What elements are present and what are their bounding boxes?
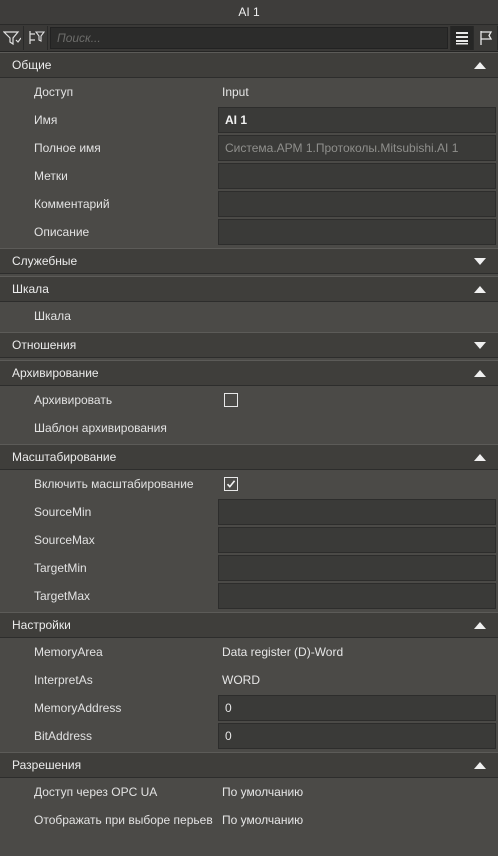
archive-checkbox[interactable]: [224, 393, 238, 407]
property-label: SourceMin: [34, 505, 92, 519]
property-label: BitAddress: [34, 729, 93, 743]
section-title: Масштабирование: [12, 450, 117, 464]
property-label: Доступ через OPC UA: [34, 785, 158, 799]
property-row-opcua: Доступ через OPC UA По умолчанию: [0, 778, 498, 806]
pens-display-value[interactable]: По умолчанию: [218, 807, 496, 833]
property-row-access: Доступ Input: [0, 78, 498, 106]
property-row-scale[interactable]: Шкала: [0, 302, 498, 330]
property-label: Описание: [34, 225, 90, 239]
sourcemin-field[interactable]: [218, 499, 496, 525]
section-permissions-header[interactable]: Разрешения: [0, 752, 498, 778]
chevron-down-icon: [474, 257, 486, 265]
chevron-up-icon: [474, 285, 486, 293]
chevron-up-icon: [474, 761, 486, 769]
property-label: MemoryArea: [34, 645, 103, 659]
section-scale-header[interactable]: Шкала: [0, 276, 498, 302]
section-title: Шкала: [12, 282, 49, 296]
search-input[interactable]: [57, 31, 441, 45]
property-row-description: Описание: [0, 218, 498, 246]
property-row-archive: Архивировать: [0, 386, 498, 414]
property-row-targetmax: TargetMax: [0, 582, 498, 610]
comment-field[interactable]: [218, 191, 496, 217]
property-label: Отображать при выборе перьев: [34, 813, 213, 827]
section-title: Общие: [12, 58, 52, 72]
property-label: Полное имя: [34, 141, 101, 155]
section-relations-header[interactable]: Отношения: [0, 332, 498, 358]
memoryarea-value[interactable]: Data register (D)-Word: [218, 639, 496, 665]
name-field[interactable]: AI 1: [218, 107, 496, 133]
window-title: AI 1: [0, 0, 498, 25]
section-scaling-header[interactable]: Масштабирование: [0, 444, 498, 470]
section-settings-header[interactable]: Настройки: [0, 612, 498, 638]
tree-filter-button[interactable]: [24, 26, 48, 50]
property-row-sourcemin: SourceMin: [0, 498, 498, 526]
section-title: Отношения: [12, 338, 77, 352]
filter-button[interactable]: [0, 26, 24, 50]
targetmax-field[interactable]: [218, 583, 496, 609]
section-archiving-header[interactable]: Архивирование: [0, 360, 498, 386]
flag-button[interactable]: [474, 26, 498, 50]
check-icon: [226, 480, 236, 488]
list-view-button[interactable]: [450, 26, 474, 50]
toolbar: [0, 25, 498, 74]
chevron-up-icon: [474, 61, 486, 69]
property-label: MemoryAddress: [34, 701, 122, 715]
property-row-tags: Метки: [0, 162, 498, 190]
chevron-up-icon: [474, 369, 486, 377]
property-label: Метки: [34, 169, 68, 183]
property-row-interpretas: InterpretAs WORD: [0, 666, 498, 694]
list-icon: [456, 32, 468, 45]
property-row-targetmin: TargetMin: [0, 554, 498, 582]
targetmin-field[interactable]: [218, 555, 496, 581]
property-row-name: Имя AI 1: [0, 106, 498, 134]
property-row-fullname: Полное имя Система.АРМ 1.Протоколы.Mitsu…: [0, 134, 498, 162]
property-value: Input: [222, 85, 249, 99]
property-label: Архивировать: [34, 393, 113, 407]
chevron-up-icon: [474, 453, 486, 461]
tags-field[interactable]: [218, 163, 496, 189]
property-row-memoryarea: MemoryArea Data register (D)-Word: [0, 638, 498, 666]
property-label: Шаблон архивирования: [34, 421, 167, 435]
description-field[interactable]: [218, 219, 496, 245]
section-title: Разрешения: [12, 758, 82, 772]
flag-icon: [479, 31, 492, 45]
property-label: Комментарий: [34, 197, 110, 211]
property-label: InterpretAs: [34, 673, 93, 687]
chevron-up-icon: [474, 621, 486, 629]
memoryaddress-field[interactable]: 0: [218, 695, 496, 721]
interpretas-value[interactable]: WORD: [218, 667, 496, 693]
property-row-enable-scaling: Включить масштабирование: [0, 470, 498, 498]
chevron-down-icon: [474, 341, 486, 349]
section-title: Настройки: [12, 618, 71, 632]
section-service-header[interactable]: Служебные: [0, 248, 498, 274]
section-title: Архивирование: [12, 366, 99, 380]
property-label: TargetMin: [34, 561, 87, 575]
filter-icon: [2, 31, 21, 46]
section-general-header[interactable]: Общие: [0, 52, 498, 78]
property-label: TargetMax: [34, 589, 91, 603]
search-field[interactable]: [50, 27, 448, 49]
property-row-bitaddress: BitAddress 0: [0, 722, 498, 750]
property-label: Шкала: [34, 309, 71, 323]
property-row-comment: Комментарий: [0, 190, 498, 218]
sourcemax-field[interactable]: [218, 527, 496, 553]
property-label: Имя: [34, 113, 58, 127]
tree-filter-icon: [28, 31, 45, 44]
section-title: Служебные: [12, 254, 78, 268]
property-row-pens: Отображать при выборе перьев По умолчани…: [0, 806, 498, 834]
property-label: Доступ: [34, 85, 74, 99]
opcua-access-value[interactable]: По умолчанию: [218, 779, 496, 805]
property-row-memoryaddress: MemoryAddress 0: [0, 694, 498, 722]
property-label: SourceMax: [34, 533, 95, 547]
bitaddress-field[interactable]: 0: [218, 723, 496, 749]
enable-scaling-checkbox[interactable]: [224, 477, 238, 491]
property-row-archive-template[interactable]: Шаблон архивирования: [0, 414, 498, 442]
fullname-field[interactable]: Система.АРМ 1.Протоколы.Mitsubishi.AI 1: [218, 135, 496, 161]
property-label: Включить масштабирование: [34, 477, 194, 491]
property-row-sourcemax: SourceMax: [0, 526, 498, 554]
